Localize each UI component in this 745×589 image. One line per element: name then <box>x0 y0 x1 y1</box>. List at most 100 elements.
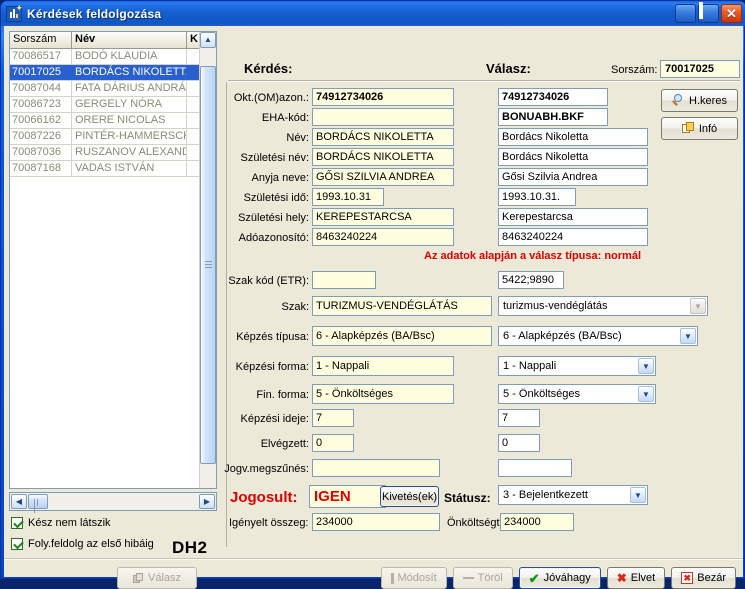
valasz-kepzesi-ideje-field[interactable]: 7 <box>498 409 540 427</box>
info-button[interactable]: Infó <box>661 117 738 140</box>
valasz-szak-kod-field[interactable]: 5422;9890 <box>498 271 564 289</box>
action-button-bar: Módosít Töröl ✔ Jóváhagy ✖ Elvet ✖ Bezár <box>380 567 736 589</box>
kerdes-szuletesi-ido-field[interactable]: 1993.10.31 <box>312 188 384 206</box>
close-box-icon: ✖ <box>681 572 694 584</box>
cell-nev: FATA DÁRIUS ANDRÁS <box>72 81 187 96</box>
table-row[interactable]: 70086517 BODÓ KLAUDIA <box>10 49 200 65</box>
kerdes-anyja-neve-field[interactable]: GŐSI SZILVIA ANDREA <box>312 168 454 186</box>
close-icon[interactable]: ✕ <box>721 4 742 23</box>
valasz-szuletesi-hely-field[interactable]: Kerepestarcsa <box>498 208 648 226</box>
person-list-grid[interactable]: Sorszám Név K 70086517 BODÓ KLAUDIA 7001… <box>9 31 217 489</box>
kerdes-adoazonosito-field[interactable]: 8463240224 <box>312 228 454 246</box>
kerdes-szuletesi-hely-field[interactable]: KEREPESTARCSA <box>312 208 454 226</box>
checkbox-box[interactable] <box>11 538 23 550</box>
chevron-down-icon[interactable]: ▼ <box>690 298 706 314</box>
scroll-up-icon[interactable]: ▲ <box>200 32 216 48</box>
cell-sorszam: 70086723 <box>10 97 72 112</box>
hscroll-thumb[interactable] <box>28 494 48 513</box>
modosit-button[interactable]: Módosít <box>380 567 447 589</box>
valasz-szak-combo[interactable]: turizmus-vendéglátás ▼ <box>498 296 708 316</box>
table-row[interactable]: 70087036 RUSZANOV ALEXANDR, <box>10 145 200 161</box>
scroll-thumb[interactable] <box>200 66 216 464</box>
kerdes-okt-om-field[interactable]: 74912734026 <box>312 88 454 106</box>
valasz-eha-kod-field[interactable]: BONUABH.BKF <box>498 108 608 126</box>
table-row[interactable]: 70087044 FATA DÁRIUS ANDRÁS <box>10 81 200 97</box>
valasz-kepzesi-forma-combo[interactable]: 1 - Nappali ▼ <box>498 356 656 376</box>
kerdes-jogv-megszunes-field[interactable] <box>312 459 440 477</box>
checkbox-label: Kész nem látszik <box>28 517 111 529</box>
kerdes-szak-kod-field[interactable] <box>312 271 376 289</box>
column-header-nev[interactable]: Név <box>72 32 187 48</box>
chevron-down-icon[interactable]: ▼ <box>638 358 654 374</box>
checkbox-box[interactable] <box>11 517 23 529</box>
maximize-button[interactable] <box>698 2 719 23</box>
label-szuletesi-nev: Születési név: <box>240 152 309 164</box>
statusz-combo[interactable]: 3 - Bejelentkezett ▼ <box>498 485 648 505</box>
kerdes-kepzesi-ideje-field[interactable]: 7 <box>312 409 354 427</box>
elvet-button[interactable]: ✖ Elvet <box>606 567 666 589</box>
torol-button[interactable]: Töröl <box>452 567 513 589</box>
igenyelt-osszeg-field[interactable]: 234000 <box>312 513 440 531</box>
kerdes-column-title: Kérdés: <box>244 61 293 76</box>
label-nev: Név: <box>286 132 309 144</box>
chevron-down-icon[interactable]: ▼ <box>638 386 654 402</box>
table-row[interactable]: 70087226 PINTÉR-HAMMERSCHM <box>10 129 200 145</box>
table-row[interactable]: 70087168 VADAS ISTVÁN <box>10 161 200 177</box>
table-row[interactable]: 70066162 ORERE NICOLAS <box>10 113 200 129</box>
valasz-jogv-megszunes-field[interactable] <box>498 459 572 477</box>
label-szak-kod: Szak kód (ETR): <box>228 275 309 287</box>
valasz-kepzes-tipusa-combo[interactable]: 6 - Alapképzés (BA/Bsc) ▼ <box>498 326 698 346</box>
scroll-left-icon[interactable]: ◀ <box>11 494 27 509</box>
valasz-okt-om-field[interactable]: 74912734026 <box>498 88 608 106</box>
label-kepzesi-ideje: Képzési ideje: <box>240 413 310 425</box>
jogosult-value[interactable]: IGEN <box>309 485 386 508</box>
table-row[interactable]: 70086723 GERGELY NÓRA <box>10 97 200 113</box>
scroll-track[interactable] <box>200 48 216 488</box>
kerdes-szuletesi-nev-field[interactable]: BORDÁCS NIKOLETTA <box>312 148 454 166</box>
kerdes-nev-field[interactable]: BORDÁCS NIKOLETTA <box>312 128 454 146</box>
valasz-button[interactable]: Válasz <box>117 567 197 589</box>
kerdes-elvegzett-field[interactable]: 0 <box>312 434 354 452</box>
label-fin-forma: Fin. forma: <box>256 389 309 401</box>
grid-body[interactable]: 70086517 BODÓ KLAUDIA 70017025 BORDÁCS N… <box>10 49 200 488</box>
statusz-value: 3 - Bejelentkezett <box>503 489 588 501</box>
sorszam-field[interactable]: 70017025 <box>660 60 740 78</box>
checkbox-foly-feldolg[interactable]: Foly.feldolg az első hibáig <box>11 538 154 550</box>
column-header-sorszam[interactable]: Sorszám <box>10 32 72 48</box>
valasz-anyja-neve-field[interactable]: Gősi Szilvia Andrea <box>498 168 648 186</box>
label-okt-om: Okt.(OM)azon.: <box>233 92 309 104</box>
valasz-nev-field[interactable]: Bordács Nikoletta <box>498 128 648 146</box>
valasz-adoazonosito-field[interactable]: 8463240224 <box>498 228 648 246</box>
kerdes-kepzesi-forma-field[interactable]: 1 - Nappali <box>312 356 454 376</box>
table-row[interactable]: 70017025 BORDÁCS NIKOLETTA <box>10 65 200 81</box>
cell-nev: VADAS ISTVÁN <box>72 161 187 176</box>
jogosult-label: Jogosult: <box>230 489 298 506</box>
grid-horizontal-scrollbar[interactable]: ◀ ▶ <box>9 492 217 513</box>
cell-sorszam: 70086517 <box>10 49 72 64</box>
jovahagy-button[interactable]: ✔ Jóváhagy <box>518 567 601 589</box>
bezar-button[interactable]: ✖ Bezár <box>671 567 736 589</box>
title-bar[interactable]: ✦ Kérdések feldolgozása ✕ <box>1 1 745 26</box>
minimize-button[interactable] <box>675 4 696 23</box>
scroll-right-icon[interactable]: ▶ <box>199 494 215 509</box>
kerdes-kepzes-tipusa-field[interactable]: 6 - Alapképzés (BA/Bsc) <box>312 326 492 346</box>
cell-sorszam: 70087226 <box>10 129 72 144</box>
valasz-fin-forma-combo[interactable]: 5 - Önköltséges ▼ <box>498 384 656 404</box>
kerdes-eha-kod-field[interactable] <box>312 108 454 126</box>
kivetesek-button[interactable]: Kivetés(ek) <box>380 486 439 507</box>
chevron-down-icon[interactable]: ▼ <box>680 328 696 344</box>
cell-nev: BORDÁCS NIKOLETTA <box>72 65 187 80</box>
jovahagy-label: Jóváhagy <box>543 572 591 584</box>
valasz-button-label: Válasz <box>147 572 182 584</box>
grid-vertical-scrollbar[interactable]: ▲ <box>199 32 216 488</box>
h-keres-button[interactable]: H.keres <box>661 89 738 112</box>
kerdes-fin-forma-field[interactable]: 5 - Önköltséges <box>312 384 454 404</box>
onkoltseg-field[interactable]: 234000 <box>500 513 574 531</box>
valasz-szuletesi-nev-field[interactable]: Bordács Nikoletta <box>498 148 648 166</box>
valasz-szuletesi-ido-field[interactable]: 1993.10.31. <box>498 188 576 206</box>
chevron-down-icon[interactable]: ▼ <box>630 487 646 503</box>
kerdes-szak-field[interactable]: TURIZMUS-VENDÉGLÁTÁS <box>312 296 492 316</box>
checkbox-kesz-nem-latszik[interactable]: Kész nem látszik <box>11 517 111 529</box>
statusz-label: Státusz: <box>444 491 491 505</box>
valasz-elvegzett-field[interactable]: 0 <box>498 434 540 452</box>
